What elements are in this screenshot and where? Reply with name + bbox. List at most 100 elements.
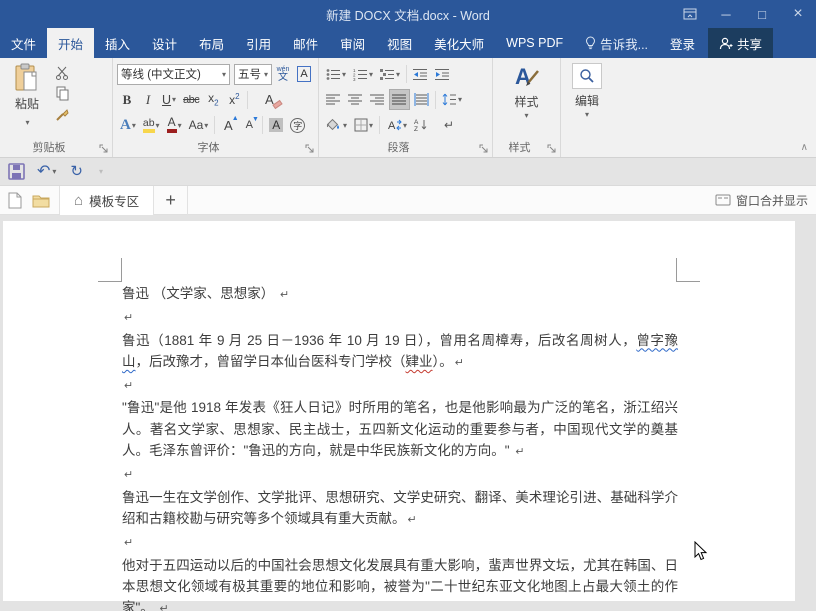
align-right-button[interactable] [367, 89, 388, 110]
paragraph-mark-icon: ↵ [444, 118, 454, 132]
styles-button[interactable]: A 样式 ▾ [497, 61, 556, 120]
justify-button[interactable] [389, 89, 410, 110]
ribbon-tab-label: 共享 [737, 34, 762, 53]
character-shading-button[interactable]: A [266, 115, 286, 136]
font-color-button[interactable]: A [164, 115, 185, 136]
enclose-characters-button[interactable]: 字 [287, 115, 308, 136]
copy-button[interactable] [52, 84, 73, 103]
subscript-button[interactable]: x2 [203, 89, 223, 110]
ribbon-tab-WPS PDF[interactable]: WPS PDF [495, 28, 574, 58]
document-tab-template-zone[interactable]: ⌂ 模板专区 [60, 186, 154, 215]
ribbon-tab-文件[interactable]: 文件 [0, 28, 47, 58]
home-icon: ⌂ [74, 192, 83, 209]
ribbon-tab-插入[interactable]: 插入 [94, 28, 141, 58]
paragraph-mark: ↵ [406, 514, 417, 526]
numbering-button[interactable]: 123 [350, 64, 376, 85]
editing-group: 编辑 ▾ [561, 58, 613, 157]
font-dialog-launcher[interactable] [305, 144, 315, 154]
text-effects-button[interactable]: A [117, 115, 139, 136]
clear-formatting-button[interactable]: A [259, 89, 279, 110]
phonetic-guide-button[interactable]: wén 文 [273, 64, 293, 85]
change-case-button[interactable]: Aa [186, 115, 212, 136]
ribbon-tab-美化大师[interactable]: 美化大师 [423, 28, 495, 58]
bullets-button[interactable] [323, 64, 349, 85]
font-size-combobox[interactable]: 五号 ▾ [234, 64, 272, 85]
align-left-icon [326, 93, 341, 106]
margin-crop-mark-top-right [676, 258, 700, 282]
decrease-indent-button[interactable] [410, 64, 431, 85]
close-button[interactable]: × [780, 0, 816, 28]
asian-layout-button[interactable]: A [383, 115, 410, 136]
customize-qat-arrow[interactable]: ▾ [99, 167, 103, 176]
grow-font-button[interactable]: A▲ [218, 115, 238, 136]
maximize-button[interactable]: □ [744, 0, 780, 28]
save-button[interactable] [8, 163, 25, 180]
strikethrough-button[interactable]: abc [180, 89, 202, 110]
document-text[interactable]: 鲁迅 （文学家、思想家） ↵↵鲁迅（1881 年 9 月 25 日－1936 年… [122, 283, 678, 611]
paste-dropdown-arrow[interactable] [24, 112, 29, 130]
character-border-icon: A [297, 66, 310, 82]
borders-button[interactable] [351, 115, 376, 136]
open-document-button[interactable] [30, 193, 59, 208]
styles-dialog-launcher[interactable] [547, 144, 557, 154]
multilevel-list-button[interactable] [377, 64, 403, 85]
new-document-button[interactable] [0, 192, 30, 209]
align-left-button[interactable] [323, 89, 344, 110]
format-painter-button[interactable] [52, 105, 73, 124]
shading-button[interactable] [323, 115, 350, 136]
distribute-button[interactable] [411, 89, 432, 110]
editing-button[interactable]: 编辑 ▾ [565, 61, 609, 119]
align-right-icon [370, 93, 385, 106]
underline-button[interactable]: U [159, 89, 179, 110]
ribbon-display-options-button[interactable] [672, 0, 708, 28]
distribute-icon [414, 93, 429, 106]
ribbon-display-options-icon [683, 8, 697, 20]
shrink-font-button[interactable]: A▼ [239, 115, 259, 136]
ribbon-tab-设计[interactable]: 设计 [141, 28, 188, 58]
ribbon-tab-登录[interactable]: 登录 [659, 28, 706, 58]
minimize-button[interactable]: ─ [708, 0, 744, 28]
character-border-button[interactable]: A [294, 64, 314, 85]
sort-button[interactable]: AZ [411, 115, 432, 136]
ribbon-tab-布局[interactable]: 布局 [188, 28, 235, 58]
editing-label: 编辑 [575, 92, 599, 109]
bold-button[interactable]: B [117, 89, 137, 110]
ribbon-tab-label: 视图 [387, 34, 412, 53]
highlight-color-button[interactable]: ab [140, 115, 163, 136]
ribbon-tab-开始[interactable]: 开始 [47, 28, 94, 58]
redo-button[interactable]: ↻ [70, 163, 83, 181]
superscript-button[interactable]: x2 [224, 89, 244, 110]
align-center-button[interactable] [345, 89, 366, 110]
paragraph-dialog-launcher[interactable] [479, 144, 489, 154]
undo-button[interactable]: ↶ ▾ [37, 164, 56, 180]
text-run: ）。 [433, 354, 453, 369]
asian-layout-icon: A [386, 118, 402, 132]
italic-button[interactable]: I [138, 89, 158, 110]
margin-crop-mark-top-left [98, 258, 122, 282]
font-name-combobox[interactable]: 等线 (中文正文) ▾ [117, 64, 230, 85]
clipboard-dialog-launcher[interactable] [99, 144, 109, 154]
paragraph-mark: ↵ [122, 469, 133, 481]
document-page[interactable]: 鲁迅 （文学家、思想家） ↵↵鲁迅（1881 年 9 月 25 日－1936 年… [3, 221, 795, 601]
cut-button[interactable] [52, 63, 73, 82]
line-spacing-button[interactable] [439, 89, 465, 110]
font-group-label: 字体 [113, 139, 304, 155]
ribbon-tab-共享[interactable]: 共享 [708, 28, 773, 58]
find-iconbox [572, 63, 602, 89]
collapse-ribbon-chevron-icon[interactable]: ∧ [801, 142, 808, 153]
window-merge-toggle[interactable]: 窗口合并显示 [715, 192, 808, 209]
font-name-dropdown-arrow: ▾ [222, 70, 226, 79]
ribbon-tab-审阅[interactable]: 审阅 [329, 28, 376, 58]
undo-dropdown-arrow[interactable]: ▾ [52, 167, 56, 176]
paragraph: 他对于五四运动以后的中国社会思想文化发展具有重大影响，蜚声世界文坛，尤其在韩国、… [122, 555, 678, 611]
text-run: 鲁迅一生在文学创作、文学批评、思想研究、文学史研究、翻译、美术理论引进、基础科学… [122, 490, 678, 526]
ribbon-tab-告诉我...[interactable]: 告诉我... [574, 28, 659, 58]
ribbon-tab-视图[interactable]: 视图 [376, 28, 423, 58]
paste-button[interactable]: 粘贴 [4, 61, 50, 141]
ribbon-tab-引用[interactable]: 引用 [235, 28, 282, 58]
styles-icon: A [512, 63, 542, 90]
show-hide-marks-button[interactable]: ↵ [439, 115, 459, 136]
ribbon-tab-邮件[interactable]: 邮件 [282, 28, 329, 58]
increase-indent-button[interactable] [432, 64, 453, 85]
new-tab-button[interactable]: + [154, 186, 188, 215]
